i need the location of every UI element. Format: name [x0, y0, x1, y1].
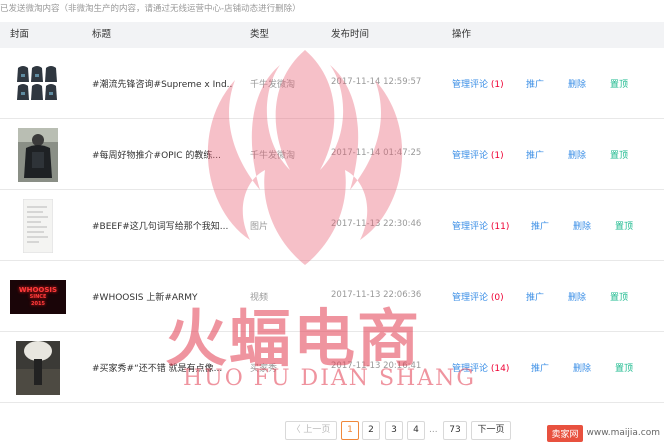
- post-title[interactable]: #买家秀#“还不错 就是有点像...: [92, 361, 222, 374]
- delete-link[interactable]: 删除: [568, 290, 586, 303]
- manage-comments-link[interactable]: 管理评论 (1): [452, 148, 504, 161]
- promote-link[interactable]: 推广: [531, 361, 549, 374]
- delete-link[interactable]: 删除: [573, 219, 591, 232]
- person-jacket-image: [18, 128, 58, 182]
- pin-link[interactable]: 置顶: [615, 361, 633, 374]
- prev-page-button[interactable]: 〈 上一页: [285, 421, 337, 440]
- cover-thumbnail[interactable]: [10, 340, 66, 396]
- cover-thumbnail[interactable]: WHOOSIS SINCE 2015: [10, 269, 66, 325]
- comment-count: (14): [490, 364, 510, 374]
- post-type: 图片: [250, 222, 269, 232]
- cover-thumbnail[interactable]: [10, 56, 66, 112]
- pin-link[interactable]: 置顶: [610, 77, 628, 90]
- post-type: 千牛发微淘: [250, 80, 296, 90]
- text-note-image: [23, 199, 53, 253]
- post-date: 2017-11-14 01:47:25: [331, 148, 422, 158]
- manage-comments-label: 管理评论: [452, 364, 489, 374]
- comment-count: (0): [490, 293, 504, 303]
- page-1-button[interactable]: 1: [341, 421, 359, 440]
- table-row: #潮流先锋咨询#Supreme x Ind... 千牛发微淘 2017-11-1…: [0, 48, 664, 119]
- neon-line-2: SINCE: [29, 294, 47, 300]
- neon-line-1: WHOOSIS: [18, 286, 58, 294]
- manage-comments-label: 管理评论: [452, 293, 489, 303]
- comment-count: (1): [490, 151, 504, 161]
- promote-link[interactable]: 推广: [526, 148, 544, 161]
- post-type: 视频: [250, 293, 269, 303]
- col-cover: 封面: [10, 29, 30, 40]
- manage-comments-link[interactable]: 管理评论 (11): [452, 219, 509, 232]
- post-date: 2017-11-13 22:06:36: [331, 290, 422, 300]
- post-date: 2017-11-13 20:16:41: [331, 361, 422, 371]
- room-photo-image: [16, 341, 60, 395]
- col-actions: 操作: [452, 29, 472, 40]
- post-title[interactable]: #BEEF#这几句词写给那个我知...: [92, 219, 228, 232]
- manage-comments-link[interactable]: 管理评论 (0): [452, 290, 504, 303]
- post-date: 2017-11-14 12:59:57: [331, 77, 422, 87]
- cover-thumbnail[interactable]: [10, 127, 66, 183]
- pagination-ellipsis: ...: [429, 425, 438, 435]
- table-header: 封面 标题 类型 发布时间 操作: [0, 22, 664, 48]
- table-row: WHOOSIS SINCE 2015 #WHOOSIS 上新#ARMY 视频 2…: [0, 261, 664, 332]
- col-title: 标题: [92, 29, 112, 40]
- manage-comments-label: 管理评论: [452, 80, 489, 90]
- page-3-button[interactable]: 3: [385, 421, 403, 440]
- cover-thumbnail[interactable]: [10, 198, 66, 254]
- promote-link[interactable]: 推广: [526, 290, 544, 303]
- post-date: 2017-11-13 22:30:46: [331, 219, 422, 229]
- comment-count: (1): [490, 80, 504, 90]
- post-title[interactable]: #每周好物推介#OPIC 的教练...: [92, 148, 221, 161]
- promote-link[interactable]: 推广: [531, 219, 549, 232]
- neon-sign-image: WHOOSIS SINCE 2015: [10, 280, 66, 314]
- pin-link[interactable]: 置顶: [610, 148, 628, 161]
- col-type: 类型: [250, 29, 270, 40]
- next-page-button[interactable]: 下一页: [471, 421, 511, 440]
- page-2-button[interactable]: 2: [362, 421, 380, 440]
- manage-comments-label: 管理评论: [452, 222, 489, 232]
- pin-link[interactable]: 置顶: [610, 290, 628, 303]
- pin-link[interactable]: 置顶: [615, 219, 633, 232]
- comment-count: (11): [490, 222, 510, 232]
- post-type: 买家秀: [250, 364, 278, 374]
- pagination: 〈 上一页 1 2 3 4 ... 73 下一页: [0, 421, 664, 441]
- backpacks-image: [17, 66, 57, 100]
- manage-comments-label: 管理评论: [452, 151, 489, 161]
- delete-link[interactable]: 删除: [573, 361, 591, 374]
- page-4-button[interactable]: 4: [407, 421, 425, 440]
- post-type: 千牛发微淘: [250, 151, 296, 161]
- post-title[interactable]: #WHOOSIS 上新#ARMY: [92, 290, 198, 303]
- manage-comments-link[interactable]: 管理评论 (1): [452, 77, 504, 90]
- table-row: #每周好物推介#OPIC 的教练... 千牛发微淘 2017-11-14 01:…: [0, 119, 664, 190]
- col-published: 发布时间: [331, 29, 370, 40]
- promote-link[interactable]: 推广: [526, 77, 544, 90]
- post-title[interactable]: #潮流先锋咨询#Supreme x Ind...: [92, 77, 232, 90]
- delete-link[interactable]: 删除: [568, 148, 586, 161]
- delete-link[interactable]: 删除: [568, 77, 586, 90]
- neon-line-3: 2015: [31, 301, 45, 307]
- table-row: #买家秀#“还不错 就是有点像... 买家秀 2017-11-13 20:16:…: [0, 332, 664, 403]
- table-row: #BEEF#这几句词写给那个我知... 图片 2017-11-13 22:30:…: [0, 190, 664, 261]
- notice-text: 已发送微淘内容（非微淘生产的内容，请通过无线运营中心-店铺动态进行删除）: [0, 4, 301, 14]
- manage-comments-link[interactable]: 管理评论 (14): [452, 361, 509, 374]
- last-page-button[interactable]: 73: [443, 421, 467, 440]
